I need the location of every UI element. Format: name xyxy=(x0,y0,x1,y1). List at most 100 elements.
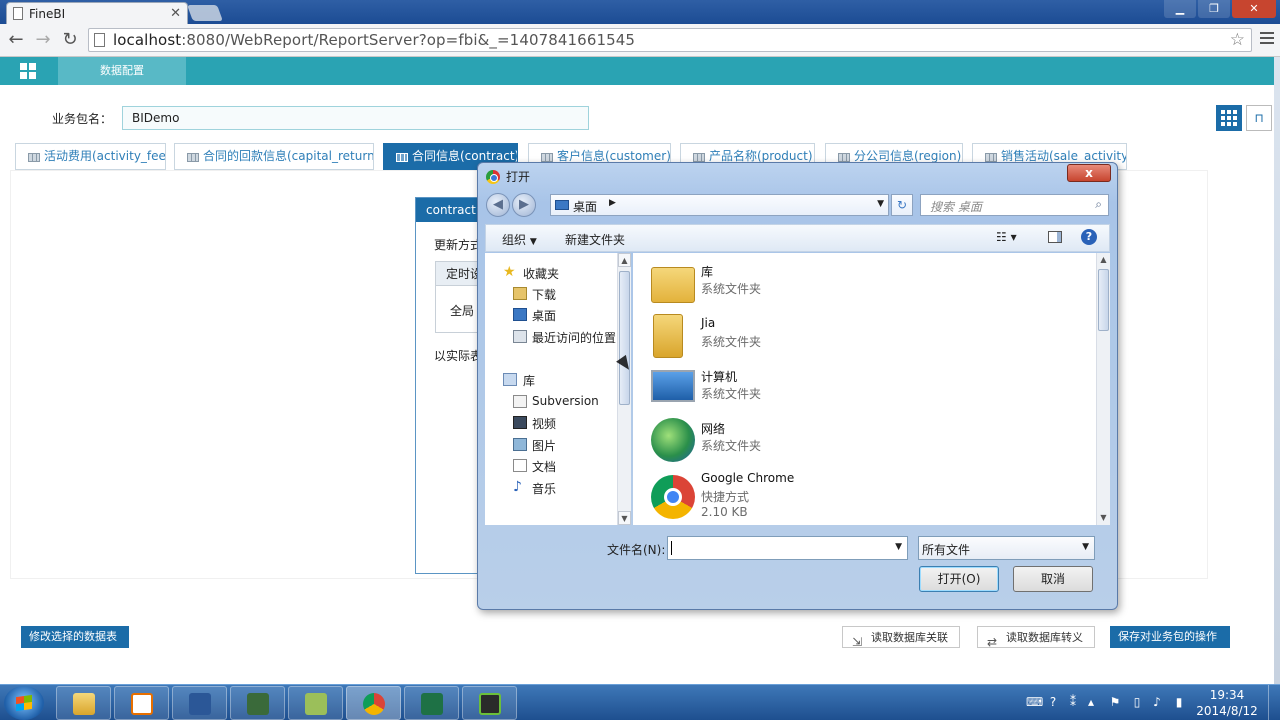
nav-favorites[interactable]: ★ 收藏夹 xyxy=(485,263,615,283)
nav-libraries[interactable]: 库 xyxy=(485,370,615,390)
chrome-menu-icon[interactable] xyxy=(1260,32,1274,47)
taskbar-archive[interactable] xyxy=(462,686,517,720)
scroll-thumb[interactable] xyxy=(1098,269,1109,331)
close-window-icon[interactable]: ✕ xyxy=(1232,0,1276,18)
nav-music[interactable]: ♪ 音乐 xyxy=(485,478,615,498)
read-relations-button[interactable]: ⇲ 读取数据库关联 xyxy=(842,626,960,649)
chevron-down-icon[interactable]: ▼ xyxy=(895,542,902,552)
table-tab-label: 产品名称(product) xyxy=(709,149,813,163)
user-folder-icon xyxy=(653,314,683,358)
taskbar-chrome[interactable] xyxy=(346,686,401,720)
scroll-down-icon[interactable]: ▼ xyxy=(618,511,631,525)
flag-icon[interactable]: ⚑ xyxy=(1108,695,1122,709)
reload-icon[interactable]: ↻ xyxy=(59,29,81,51)
view-options-icon[interactable]: ☷ ▾ xyxy=(996,230,1017,244)
back-arrow-icon[interactable]: ← xyxy=(5,29,27,51)
file-item-network[interactable]: 网络 系统文件夹 xyxy=(641,414,1081,466)
nav-recent[interactable]: 最近访问的位置 xyxy=(485,327,618,347)
help-tray-icon[interactable]: ? xyxy=(1046,695,1060,709)
network-tray-icon[interactable]: ▯ xyxy=(1130,695,1144,709)
restore-icon[interactable]: ❐ xyxy=(1198,0,1230,18)
taskbar-explorer[interactable] xyxy=(56,686,111,720)
nav-videos[interactable]: 视频 xyxy=(485,413,615,433)
relation-view-icon[interactable]: ⊓ xyxy=(1246,105,1272,131)
file-item-computer[interactable]: 计算机 系统文件夹 xyxy=(641,362,1081,414)
dropdown-arrow-icon[interactable]: ▼ xyxy=(877,199,884,209)
nav-documents[interactable]: 文档 xyxy=(485,456,615,476)
bookmark-star-icon[interactable]: ☆ xyxy=(1230,30,1245,50)
file-item-library[interactable]: 库 系统文件夹 xyxy=(641,257,1081,309)
table-tab-label: 合同信息(contract) xyxy=(412,149,518,163)
filename-input[interactable]: ▼ xyxy=(667,536,908,560)
location-bar[interactable]: 桌面 ▶ ▼ xyxy=(550,194,889,216)
browser-tab-strip: FineBI ✕ ▁ ❐ ✕ xyxy=(0,0,1280,24)
show-desktop-button[interactable] xyxy=(1268,685,1280,720)
file-type: 系统文件夹 xyxy=(701,439,762,453)
browser-tab[interactable]: FineBI ✕ xyxy=(6,2,188,24)
volume-icon[interactable]: ♪ xyxy=(1150,695,1164,709)
address-bar[interactable]: localhost:8080/WebReport/ReportServer?op… xyxy=(88,28,1252,52)
nav-desktop[interactable]: 桌面 xyxy=(485,305,615,325)
open-button[interactable]: 打开(O) xyxy=(919,566,999,592)
file-list: 库 系统文件夹 Jia 系统文件夹 计算机 系统文件夹 网络 系统文件夹 Goo… xyxy=(633,253,1096,525)
file-item-user[interactable]: Jia 系统文件夹 xyxy=(641,310,1081,362)
usb-icon[interactable]: ⁑ xyxy=(1066,695,1080,709)
taskbar-excel[interactable] xyxy=(404,686,459,720)
scroll-up-icon[interactable]: ▲ xyxy=(1097,253,1110,267)
file-list-scrollbar[interactable]: ▲ ▼ xyxy=(1096,253,1110,525)
organize-menu[interactable]: 组织 ▼ xyxy=(502,231,537,248)
dialog-title: 打开 xyxy=(486,168,530,185)
new-tab-button[interactable] xyxy=(187,5,223,21)
taskbar-terminal[interactable] xyxy=(230,686,285,720)
search-icon: ⌕ xyxy=(1095,197,1102,211)
new-folder-button[interactable]: 新建文件夹 xyxy=(565,231,625,248)
scroll-down-icon[interactable]: ▼ xyxy=(1097,511,1110,525)
taskbar-word[interactable] xyxy=(172,686,227,720)
file-type-select[interactable]: 所有文件 ▼ xyxy=(918,536,1095,560)
power-icon[interactable]: ▮ xyxy=(1172,695,1186,709)
taskbar-java[interactable] xyxy=(114,686,169,720)
refresh-icon[interactable]: ↻ xyxy=(891,194,913,216)
file-item-chrome-shortcut[interactable]: Google Chrome 快捷方式 2.10 KB xyxy=(641,465,1081,525)
taskbar-notepad[interactable] xyxy=(288,686,343,720)
package-name-input[interactable]: BIDemo xyxy=(122,106,589,130)
clock[interactable]: 19:34 2014/8/12 xyxy=(1196,687,1258,719)
start-button[interactable] xyxy=(4,686,44,720)
library-folder-icon xyxy=(651,267,695,303)
nav-pictures[interactable]: 图片 xyxy=(485,435,615,455)
forward-arrow-icon[interactable]: → xyxy=(32,29,54,51)
nav-subversion[interactable]: Subversion xyxy=(485,392,615,412)
table-tab-activity-fee[interactable]: 活动费用(activity_fee) xyxy=(15,143,166,170)
back-icon[interactable]: ◀ xyxy=(486,193,510,217)
grid-view-icon[interactable] xyxy=(1216,105,1242,131)
help-icon[interactable]: ? xyxy=(1081,229,1097,245)
table-icon xyxy=(187,153,199,162)
preview-pane-icon[interactable] xyxy=(1048,231,1062,243)
nav-downloads[interactable]: 下载 xyxy=(485,284,615,304)
scroll-thumb[interactable] xyxy=(619,271,630,405)
dialog-close-button[interactable]: x xyxy=(1067,164,1111,182)
breadcrumb-arrow-icon[interactable]: ▶ xyxy=(609,198,616,208)
package-name-label: 业务包名： xyxy=(52,112,113,126)
page-icon xyxy=(94,33,105,47)
tab-data-config[interactable]: 数据配置 xyxy=(58,57,186,85)
search-input[interactable]: 搜索 桌面 ⌕ xyxy=(920,194,1109,216)
nav-subversion-label: Subversion xyxy=(532,394,599,408)
file-name: 网络 xyxy=(701,422,726,436)
keyboard-icon[interactable]: ⌨ xyxy=(1026,695,1043,709)
scroll-up-icon[interactable]: ▲ xyxy=(618,253,631,267)
modify-tables-button[interactable]: 修改选择的数据表 xyxy=(21,626,129,648)
table-tab-capital-return[interactable]: 合同的回款信息(capital_return) xyxy=(174,143,374,170)
minimize-icon[interactable]: ▁ xyxy=(1164,0,1196,18)
read-escapes-button[interactable]: ⇄ 读取数据库转义 xyxy=(977,626,1095,649)
save-package-ops-button[interactable]: 保存对业务包的操作 xyxy=(1110,626,1230,648)
table-tab-label: 分公司信息(region) xyxy=(854,149,962,163)
cancel-button[interactable]: 取消 xyxy=(1013,566,1093,592)
window-controls: ▁ ❐ ✕ xyxy=(1162,0,1276,18)
forward-icon[interactable]: ▶ xyxy=(512,193,536,217)
close-tab-icon[interactable]: ✕ xyxy=(170,6,181,21)
nav-pane-scrollbar[interactable]: ▲ ▼ xyxy=(617,253,631,525)
show-hidden-icon[interactable]: ▴ xyxy=(1084,695,1098,709)
dialog-nav-buttons: ◀ ▶ xyxy=(486,193,538,217)
app-menu-icon[interactable] xyxy=(20,63,36,79)
